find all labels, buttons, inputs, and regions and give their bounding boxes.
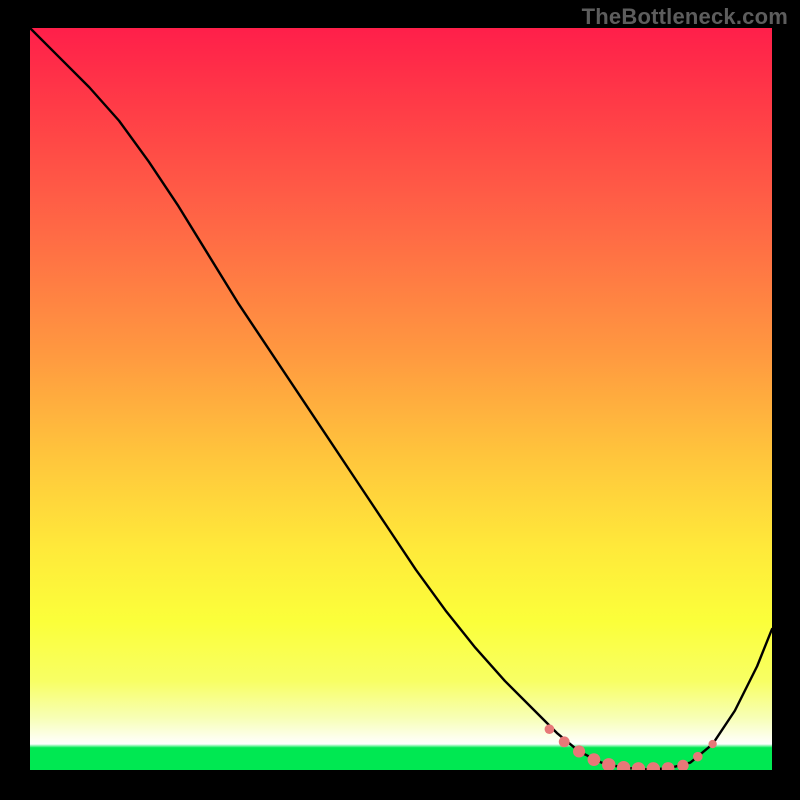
highlight-dot: [573, 745, 585, 757]
highlight-dot: [647, 762, 660, 770]
highlight-dot: [559, 736, 570, 747]
highlight-dot: [677, 760, 689, 770]
bottleneck-curve: [30, 28, 772, 769]
highlight-dot: [545, 724, 555, 734]
chart-overlay-svg: [30, 28, 772, 770]
chart-plot-area: [30, 28, 772, 770]
highlight-dot: [662, 762, 675, 770]
watermark-text: TheBottleneck.com: [582, 4, 788, 30]
highlight-dot: [708, 740, 716, 748]
highlight-dot: [693, 752, 703, 762]
highlight-dot: [588, 753, 601, 766]
highlight-dot: [617, 761, 630, 770]
highlight-dot: [602, 758, 615, 770]
highlight-dot: [632, 762, 645, 770]
